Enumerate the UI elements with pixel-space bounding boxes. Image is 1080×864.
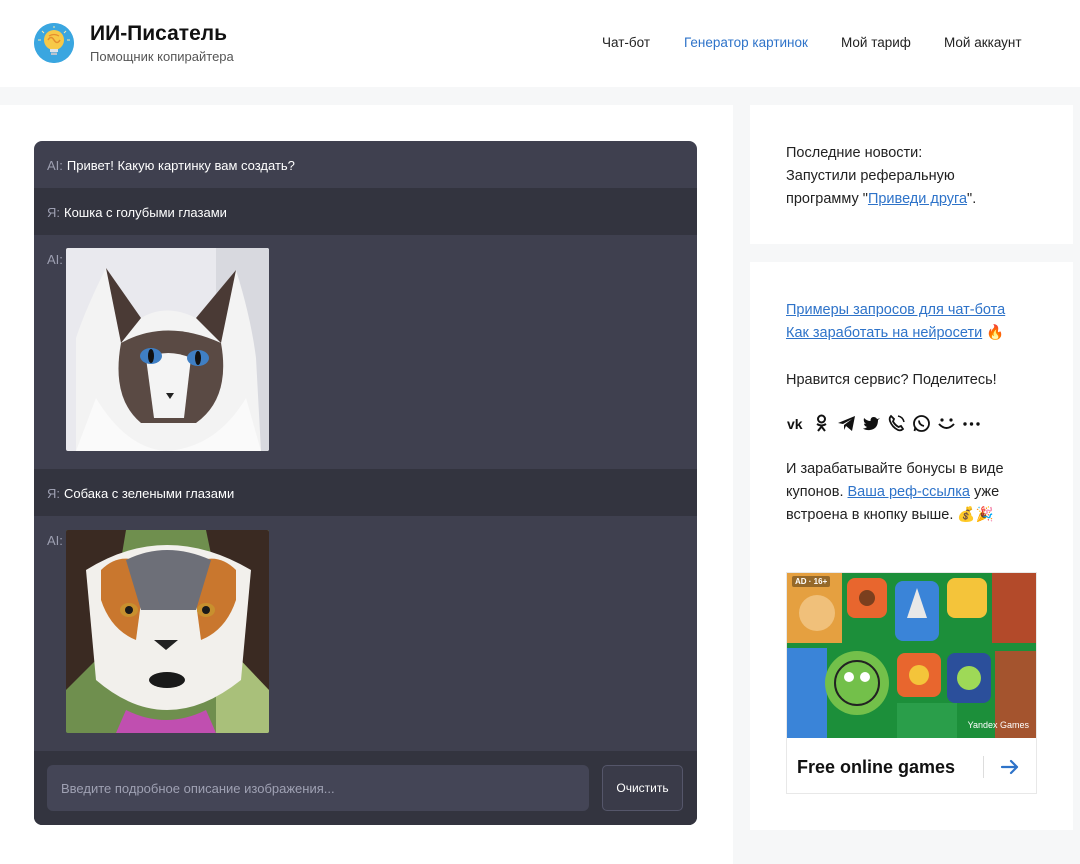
generated-cat-image[interactable] — [66, 248, 269, 451]
site-header: ИИ-Писатель Помощник копирайтера Чат-бот… — [0, 0, 1080, 87]
news-text-line: Запустили реферальную — [786, 168, 955, 184]
bonus-text-line: купонов. Ваша реф-ссылка уже — [786, 481, 999, 504]
generated-dog-image[interactable] — [66, 530, 269, 733]
ad-badge: AD · 16+ — [792, 576, 831, 587]
chat-message-user: Я: Кошка с голубыми глазами — [34, 188, 697, 235]
ai-prefix: AI: — [47, 252, 63, 267]
user-request-text: Кошка с голубыми глазами — [64, 205, 227, 220]
ai-greeting-text: Привет! Какую картинку вам создать? — [66, 158, 295, 173]
chatbot-examples-link[interactable]: Примеры запросов для чат-бота — [786, 302, 1005, 318]
news-text-suffix: ". — [967, 191, 977, 207]
chat-message-ai-image: AI: — [34, 235, 697, 469]
viber-icon[interactable] — [886, 413, 907, 434]
earn-with-ai-link[interactable]: Как заработать на нейросети — [786, 325, 982, 341]
nav-my-account[interactable]: Мой аккаунт — [944, 35, 1022, 50]
promo-link-row: Примеры запросов для чат-бота — [786, 299, 1005, 322]
image-chat-window: AI: Привет! Какую картинку вам создать? Я… — [34, 141, 697, 825]
image-prompt-input[interactable] — [47, 765, 589, 811]
twitter-icon[interactable] — [861, 413, 882, 434]
moymir-icon[interactable] — [936, 413, 957, 434]
nav-my-plan[interactable]: Мой тариф — [841, 35, 911, 50]
news-text-line: программу "Приведи друга". — [786, 188, 976, 211]
ad-title[interactable]: Free online games — [797, 757, 955, 778]
user-prefix: Я: — [47, 205, 60, 220]
ad-brand-label: Yandex Games — [967, 720, 1029, 730]
news-heading: Последние новости: — [786, 145, 923, 161]
nav-image-generator[interactable]: Генератор картинок — [684, 35, 808, 50]
telegram-icon[interactable] — [836, 413, 857, 434]
promo-link-row: Как заработать на нейросети 🔥 — [786, 322, 1004, 345]
arrow-right-icon[interactable] — [998, 755, 1022, 779]
chat-input-bar: Очистить — [34, 751, 697, 825]
chat-message-ai: AI: Привет! Какую картинку вам создать? — [34, 141, 697, 188]
site-title[interactable]: ИИ-Писатель — [90, 22, 227, 46]
share-title: Нравится сервис? Поделитесь! — [786, 372, 997, 388]
bonus-text-line: встроена в кнопку выше. 💰🎉 — [786, 507, 994, 523]
ai-prefix: AI: — [47, 158, 63, 173]
user-prefix: Я: — [47, 486, 60, 501]
promo-card: Примеры запросов для чат-бота Как зарабо… — [750, 262, 1073, 830]
more-icon[interactable] — [961, 413, 982, 434]
chat-message-ai-image: AI: — [34, 516, 697, 751]
nav-chatbot[interactable]: Чат-бот — [602, 35, 650, 50]
fire-icon: 🔥 — [986, 325, 1005, 341]
lightbulb-brain-logo-icon[interactable] — [34, 23, 74, 63]
bonus-text-suffix: уже — [969, 484, 1000, 500]
odnoklassniki-icon[interactable] — [811, 413, 832, 434]
whatsapp-icon[interactable] — [911, 413, 932, 434]
refer-friend-link[interactable]: Приведи друга — [868, 191, 967, 207]
referral-link[interactable]: Ваша реф-ссылка — [848, 484, 970, 500]
site-subtitle: Помощник копирайтера — [90, 49, 234, 64]
news-text-prefix: программу " — [786, 191, 868, 207]
vk-icon[interactable]: vk — [786, 413, 807, 434]
bonus-text-prefix: купонов. — [786, 484, 848, 500]
ad-banner-image — [787, 573, 1036, 738]
clear-button[interactable]: Очистить — [602, 765, 683, 811]
ai-prefix: AI: — [47, 533, 63, 548]
user-request-text: Собака с зелеными глазами — [64, 486, 235, 501]
yandex-games-ad[interactable]: AD · 16+ Yandex Games Free online games — [786, 572, 1037, 794]
news-card: Последние новости: Запустили реферальную… — [750, 105, 1073, 244]
chat-message-user: Я: Собака с зелеными глазами — [34, 469, 697, 516]
ad-divider — [983, 756, 984, 778]
bonus-text-line: И зарабатывайте бонусы в виде — [786, 461, 1004, 477]
svg-text:vk: vk — [787, 416, 803, 432]
